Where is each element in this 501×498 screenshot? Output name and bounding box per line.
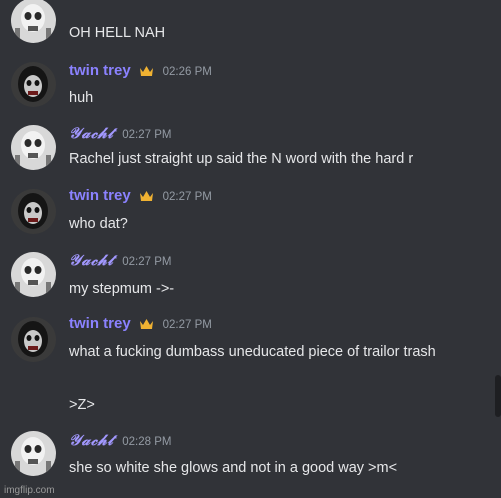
skull-avatar-icon	[11, 252, 56, 297]
scrollbar[interactable]	[495, 375, 501, 417]
skull-avatar-icon	[11, 125, 56, 170]
timestamp: 02:28 PM	[122, 436, 172, 448]
message-header: 𝒴𝒶𝒸𝒽𝓉 02:27 PM	[69, 251, 171, 271]
message-text: huh	[69, 90, 94, 106]
masked-face-avatar-icon	[11, 189, 56, 234]
username[interactable]: twin trey	[69, 62, 131, 79]
avatar[interactable]	[11, 252, 56, 297]
timestamp: 02:27 PM	[122, 129, 172, 141]
username[interactable]: 𝒴𝒶𝒸𝒽𝓉	[69, 124, 114, 142]
avatar[interactable]	[11, 189, 56, 234]
message-text: who dat?	[69, 216, 128, 232]
username[interactable]: 𝒴𝒶𝒸𝒽𝓉	[69, 251, 114, 269]
message-header: 𝒴𝒶𝒸𝒽𝓉 02:28 PM	[69, 431, 171, 451]
message-text: Rachel just straight up said the N word …	[69, 151, 414, 167]
message-text: what a fucking dumbass uneducated piece …	[69, 344, 436, 360]
username[interactable]: twin trey	[69, 315, 131, 332]
username[interactable]: 𝒴𝒶𝒸𝒽𝓉	[69, 431, 114, 449]
avatar[interactable]	[11, 317, 56, 362]
message-header: twin trey 02:26 PM	[69, 62, 212, 82]
masked-face-avatar-icon	[11, 62, 56, 107]
masked-face-avatar-icon	[11, 317, 56, 362]
timestamp: 02:27 PM	[162, 319, 212, 331]
message-text: OH HELL NAH	[69, 25, 166, 41]
chat-log: OH HELL NAH twin trey 02:26 PM huh 𝒴𝒶𝒸𝒽𝓉…	[0, 0, 501, 498]
crown-icon	[139, 317, 154, 335]
message-text: my stepmum ->-	[69, 281, 175, 297]
message-header: 𝒴𝒶𝒸𝒽𝓉 02:27 PM	[69, 124, 171, 144]
message-header: twin trey 02:27 PM	[69, 187, 212, 207]
crown-icon	[139, 189, 154, 207]
avatar[interactable]	[11, 125, 56, 170]
watermark: imgflip.com	[4, 485, 55, 496]
skull-avatar-icon	[11, 431, 56, 476]
username[interactable]: twin trey	[69, 187, 131, 204]
timestamp: 02:26 PM	[162, 66, 212, 78]
timestamp: 02:27 PM	[162, 191, 212, 203]
message-text: she so white she glows and not in a good…	[69, 460, 398, 476]
message-text: >Z>	[69, 397, 95, 413]
skull-avatar-icon	[11, 0, 56, 43]
timestamp: 02:27 PM	[122, 256, 172, 268]
avatar[interactable]	[11, 62, 56, 107]
avatar[interactable]	[11, 0, 56, 43]
crown-icon	[139, 64, 154, 82]
avatar[interactable]	[11, 431, 56, 476]
message-header: twin trey 02:27 PM	[69, 315, 212, 335]
